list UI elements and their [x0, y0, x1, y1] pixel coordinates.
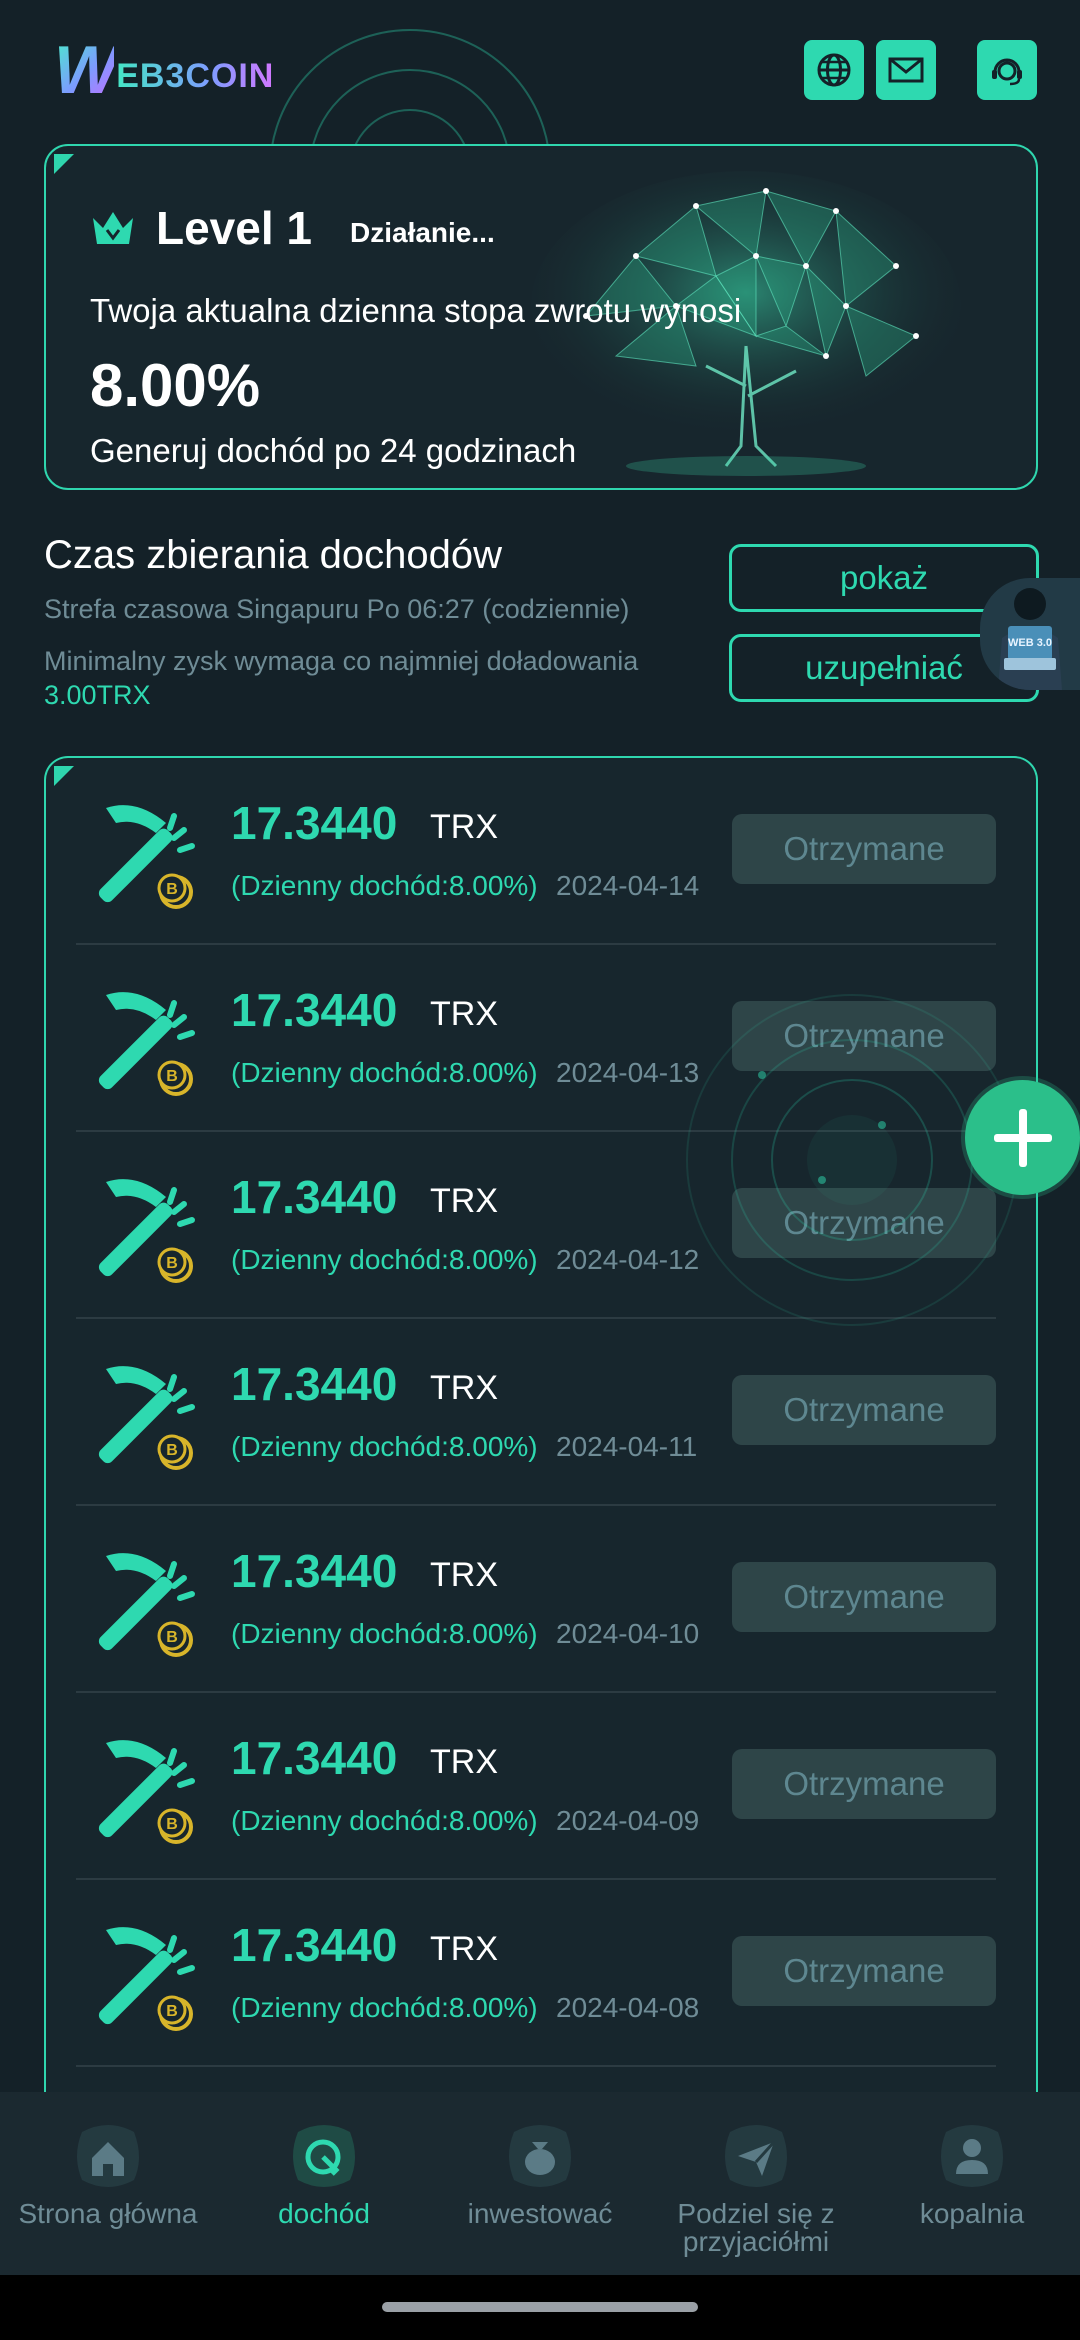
- pickaxe-bitcoin-icon: B: [98, 1553, 195, 1657]
- level-row: Level 1 Działanie...: [90, 201, 495, 255]
- record-unit: TRX: [430, 808, 498, 846]
- language-button[interactable]: [804, 40, 864, 100]
- pickaxe-bitcoin-icon: B: [98, 805, 195, 909]
- record-date: 2024-04-14: [556, 870, 700, 901]
- record-amount: 17.3440: [231, 1732, 398, 1784]
- list-corner-decoration: [54, 766, 74, 786]
- income-records-list: B 17.3440 TRX (Dzienny dochód:8.00%) 202…: [44, 756, 1038, 2106]
- home-icon: [77, 2125, 139, 2187]
- pickaxe-bitcoin-icon: B: [98, 1740, 195, 1844]
- minimum-topup-text: Minimalny zysk wymaga co najmniej dołado…: [44, 644, 704, 712]
- card-corner-decoration: [54, 154, 74, 174]
- income-note: Generuj dochód po 24 godzinach: [90, 432, 577, 469]
- crown-icon: [93, 212, 133, 244]
- received-button[interactable]: Otrzymane: [732, 1375, 996, 1445]
- web3-avatar-icon[interactable]: WEB 3.0: [980, 578, 1080, 690]
- user-icon: [941, 2125, 1003, 2187]
- record-date: 2024-04-10: [556, 1618, 700, 1649]
- money-bag-icon: [509, 2125, 571, 2187]
- record-amount: 17.3440: [231, 1545, 398, 1597]
- nav-invest-label: inwestować: [467, 2198, 613, 2229]
- logo-letter: W: [54, 32, 118, 108]
- income-icon: [293, 2125, 355, 2187]
- share-paper-plane-icon: [725, 2125, 787, 2187]
- support-button[interactable]: [977, 40, 1037, 100]
- record-amount: 17.3440: [231, 1919, 398, 1971]
- nav-share[interactable]: Podziel się z przyjaciółmi: [648, 2092, 864, 2275]
- income-record-row: B 17.3440 TRX (Dzienny dochód:8.00%) 202…: [76, 758, 996, 945]
- record-amount: 17.3440: [231, 984, 398, 1036]
- pickaxe-bitcoin-icon: B: [98, 1179, 195, 1283]
- record-date: 2024-04-09: [556, 1805, 700, 1836]
- support-agent-icon: [992, 58, 1022, 86]
- svg-text:B: B: [166, 2003, 178, 2020]
- income-record-row: B 17.3440 TRX (Dzienny dochód:8.00%) 202…: [76, 1506, 996, 1693]
- record-daily-rate: (Dzienny dochód:8.00%): [231, 1057, 538, 1088]
- minimum-topup-amount: 3.00TRX: [44, 680, 151, 710]
- record-date: 2024-04-12: [556, 1244, 700, 1275]
- pickaxe-bitcoin-icon: B: [98, 992, 195, 1096]
- nav-mine-label: kopalnia: [919, 2198, 1025, 2229]
- globe-icon: [817, 53, 851, 87]
- svg-text:B: B: [166, 881, 178, 898]
- record-daily-rate: (Dzienny dochód:8.00%): [231, 1618, 538, 1649]
- record-daily-rate: (Dzienny dochód:8.00%): [231, 1805, 538, 1836]
- svg-text:B: B: [166, 1068, 178, 1085]
- record-unit: TRX: [430, 1743, 498, 1781]
- messages-button[interactable]: [876, 40, 936, 100]
- record-daily-rate: (Dzienny dochód:8.00%): [231, 1431, 538, 1462]
- income-record-row: B 17.3440 TRX (Dzienny dochód:8.00%) 202…: [76, 1880, 996, 2067]
- app-logo: W EB3COIN: [54, 32, 275, 108]
- svg-text:B: B: [166, 1816, 178, 1833]
- nav-income[interactable]: dochód: [216, 2092, 432, 2275]
- nav-mine[interactable]: kopalnia: [864, 2092, 1080, 2275]
- rate-label: Twoja aktualna dzienna stopa zwrotu wyno…: [90, 292, 742, 329]
- nav-share-label: Podziel się z przyjaciółmi: [677, 2198, 835, 2257]
- record-amount: 17.3440: [231, 1358, 398, 1410]
- received-button[interactable]: Otrzymane: [732, 1749, 996, 1819]
- add-fab-button[interactable]: [965, 1080, 1080, 1195]
- nav-invest[interactable]: inwestować: [432, 2092, 648, 2275]
- record-amount: 17.3440: [231, 797, 398, 849]
- level-card: Level 1 Działanie... Twoja aktualna dzie…: [44, 144, 1038, 490]
- mail-icon: [888, 57, 924, 83]
- record-unit: TRX: [430, 1369, 498, 1407]
- rate-value: 8.00%: [90, 352, 261, 419]
- app-header: W EB3COIN: [0, 0, 1080, 140]
- income-record-row: B 17.3440 TRX (Dzienny dochód:8.00%) 202…: [76, 1319, 996, 1506]
- svg-text:B: B: [166, 1442, 178, 1459]
- timezone-text: Strefa czasowa Singapuru Po 06:27 (codzi…: [44, 594, 630, 624]
- income-record-row: B 17.3440 TRX (Dzienny dochód:8.00%) 202…: [76, 1693, 996, 1880]
- record-date: 2024-04-13: [556, 1057, 700, 1088]
- record-date: 2024-04-11: [556, 1431, 698, 1462]
- record-amount: 17.3440: [231, 1171, 398, 1223]
- record-daily-rate: (Dzienny dochód:8.00%): [231, 1992, 538, 2023]
- home-indicator-bar[interactable]: [382, 2302, 698, 2312]
- logo-text: EB3COIN: [116, 56, 275, 95]
- record-unit: TRX: [430, 1182, 498, 1220]
- svg-text:WEB 3.0: WEB 3.0: [1008, 637, 1052, 649]
- svg-text:B: B: [166, 1629, 178, 1646]
- income-time-title: Czas zbierania dochodów: [44, 533, 503, 577]
- nav-home-label: Strona główna: [18, 2198, 198, 2229]
- level-status: Działanie...: [350, 217, 495, 248]
- pickaxe-bitcoin-icon: B: [98, 1366, 195, 1470]
- received-button[interactable]: Otrzymane: [732, 1562, 996, 1632]
- received-button[interactable]: Otrzymane: [732, 1936, 996, 2006]
- record-daily-rate: (Dzienny dochód:8.00%): [231, 870, 538, 901]
- record-daily-rate: (Dzienny dochód:8.00%): [231, 1244, 538, 1275]
- record-unit: TRX: [430, 1930, 498, 1968]
- pickaxe-bitcoin-icon: B: [98, 1927, 195, 2031]
- minimum-topup-label: Minimalny zysk wymaga co najmniej dołado…: [44, 646, 639, 676]
- record-unit: TRX: [430, 1556, 498, 1594]
- level-title: Level 1: [156, 202, 312, 254]
- plus-icon: [993, 1108, 1052, 1167]
- nav-income-label: dochód: [278, 2198, 370, 2229]
- bottom-navigation: Strona główna dochód inwestować Podziel …: [0, 2092, 1080, 2275]
- record-date: 2024-04-08: [556, 1992, 700, 2023]
- nav-home[interactable]: Strona główna: [0, 2092, 216, 2275]
- svg-text:B: B: [166, 1255, 178, 1272]
- received-button[interactable]: Otrzymane: [732, 814, 996, 884]
- record-unit: TRX: [430, 995, 498, 1033]
